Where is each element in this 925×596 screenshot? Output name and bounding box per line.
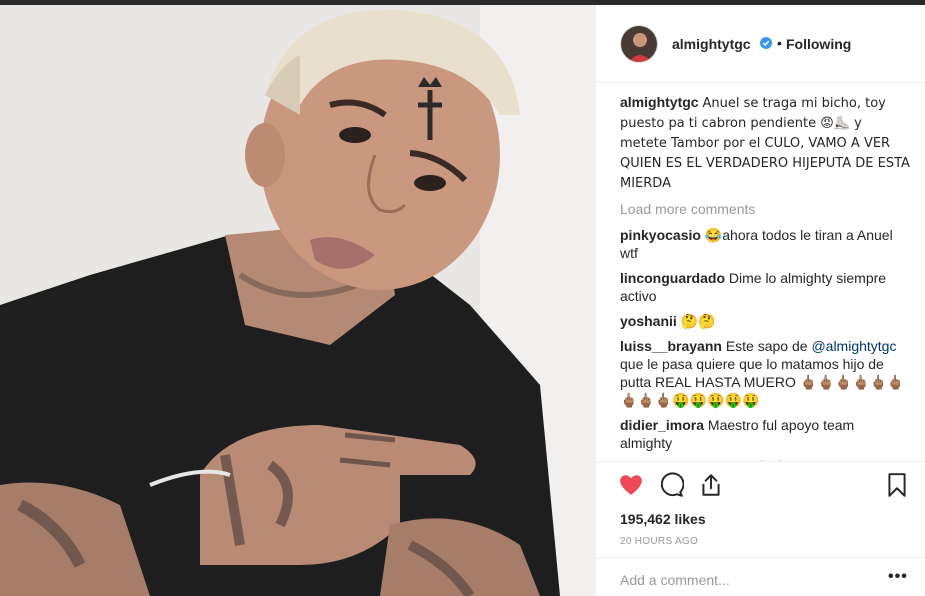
caption-text: Anuel se traga mi bicho, toy puesto pa t… bbox=[620, 96, 910, 191]
post-timestamp[interactable]: 20 HOURS AGO bbox=[620, 536, 698, 547]
comment-icon[interactable] bbox=[658, 472, 684, 498]
post-side-panel: almightytgc • Following almightytgc Anue… bbox=[596, 5, 925, 596]
verified-badge-icon bbox=[760, 37, 772, 49]
heart-icon[interactable] bbox=[618, 472, 644, 498]
share-icon[interactable] bbox=[698, 472, 724, 498]
comment-item: yoshanii 🤔🤔 bbox=[620, 312, 910, 330]
more-options-icon[interactable]: ••• bbox=[888, 568, 908, 586]
caption-username[interactable]: almightytgc bbox=[620, 94, 699, 110]
comment-username[interactable]: luiss__brayann bbox=[620, 338, 722, 354]
separator-dot: • bbox=[777, 35, 782, 51]
post-actions: 195,462 likes 20 HOURS AGO Add a comment… bbox=[596, 461, 925, 591]
avatar[interactable] bbox=[620, 25, 658, 63]
comment-item: pinkyocasio 😂ahora todos le tiran a Anue… bbox=[620, 226, 910, 262]
comments-list[interactable]: almightytgc Anuel se traga mi bicho, toy… bbox=[620, 93, 910, 461]
comment-username[interactable]: linconguardado bbox=[620, 270, 725, 286]
comment-text-after: que le pasa quiere que lo matamos hijo d… bbox=[620, 356, 905, 408]
comment-item: linconguardado Dime lo almighty siempre … bbox=[620, 269, 910, 305]
caption: almightytgc Anuel se traga mi bicho, toy… bbox=[620, 93, 910, 193]
post-image bbox=[0, 5, 596, 596]
post-photo[interactable] bbox=[0, 5, 596, 596]
likes-count[interactable]: 195,462 likes bbox=[620, 511, 706, 527]
comment-username[interactable]: didier_imora bbox=[620, 417, 704, 433]
mention-link[interactable]: @almightytgc bbox=[811, 338, 896, 354]
add-comment-input[interactable]: Add a comment... bbox=[620, 572, 730, 588]
comment-text: 🤔🤔 bbox=[680, 313, 716, 329]
bookmark-icon[interactable] bbox=[884, 472, 910, 498]
post-author-username[interactable]: almightytgc bbox=[672, 36, 751, 52]
comment-username[interactable]: pinkyocasio bbox=[620, 227, 701, 243]
load-more-comments-link[interactable]: Load more comments bbox=[620, 200, 910, 218]
add-comment-bar: Add a comment... ••• bbox=[596, 557, 925, 596]
comment-item: didier_imora Maestro ful apoyo team almi… bbox=[620, 416, 910, 452]
comment-username[interactable]: yoshanii bbox=[620, 313, 677, 329]
post-header: almightytgc • Following bbox=[596, 5, 925, 83]
comment-text-before: Este sapo de bbox=[725, 338, 812, 354]
following-button[interactable]: Following bbox=[786, 36, 851, 52]
comment-item: luiss__brayann Este sapo de @almightytgc… bbox=[620, 337, 910, 409]
